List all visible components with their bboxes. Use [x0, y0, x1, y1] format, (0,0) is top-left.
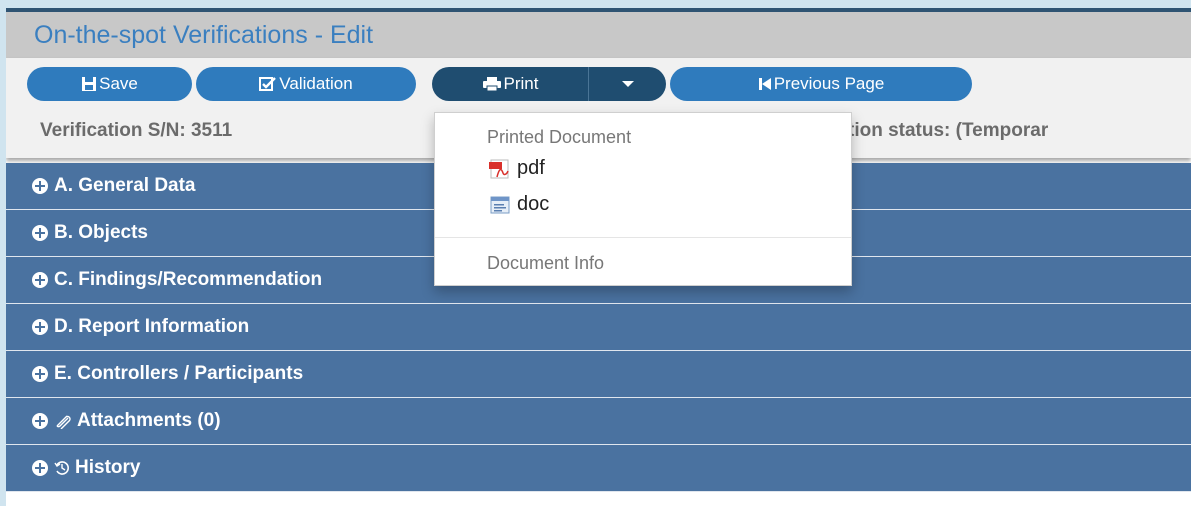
panel-label: E. Controllers / Participants — [54, 363, 304, 384]
plus-circle-icon — [32, 272, 48, 288]
panel-controllers-participants[interactable]: E. Controllers / Participants — [6, 351, 1191, 398]
plus-circle-icon — [32, 319, 48, 335]
validation-button[interactable]: Validation — [196, 67, 416, 101]
previous-page-button-label: Previous Page — [773, 74, 885, 93]
previous-page-button[interactable]: Previous Page — [670, 67, 972, 101]
check-square-icon — [259, 76, 277, 92]
print-button[interactable]: Print — [432, 67, 588, 101]
title-bar: On-the-spot Verifications - Edit — [6, 12, 1191, 58]
panel-label: A. General Data — [54, 175, 196, 196]
pdf-option-label: pdf — [517, 157, 545, 179]
print-pdf-option[interactable]: pdf — [489, 157, 545, 180]
save-button-label: Save — [99, 74, 138, 93]
print-dropdown-toggle[interactable] — [588, 67, 666, 101]
validation-button-label: Validation — [279, 74, 353, 93]
doc-file-icon — [489, 195, 511, 215]
app-frame: On-the-spot Verifications - Edit Save Va… — [6, 8, 1191, 506]
document-info-header[interactable]: Document Info — [487, 253, 604, 274]
verification-serial: Verification S/N: 3511 — [40, 120, 233, 141]
panel-history[interactable]: History — [6, 445, 1191, 492]
plus-circle-icon — [32, 225, 48, 241]
paperclip-icon — [54, 413, 72, 429]
printer-icon — [482, 76, 502, 92]
print-dropdown-menu: Printed Document pdf doc Document Info — [434, 112, 852, 286]
panel-report-information[interactable]: D. Report Information — [6, 304, 1191, 351]
plus-circle-icon — [32, 178, 48, 194]
doc-option-label: doc — [517, 193, 550, 215]
panel-label: D. Report Information — [54, 316, 250, 337]
panel-label: Attachments (0) — [77, 410, 221, 431]
page-title: On-the-spot Verifications - Edit — [34, 21, 374, 49]
panel-label: History — [75, 457, 141, 478]
print-doc-option[interactable]: doc — [489, 193, 549, 216]
plus-circle-icon — [32, 413, 48, 429]
panel-label: B. Objects — [54, 222, 148, 243]
save-button[interactable]: Save — [27, 67, 192, 101]
plus-circle-icon — [32, 460, 48, 476]
floppy-disk-icon — [81, 76, 97, 92]
caret-down-icon — [621, 81, 634, 87]
pdf-file-icon — [489, 159, 511, 179]
panel-attachments[interactable]: Attachments (0) — [6, 398, 1191, 445]
printed-document-header: Printed Document — [487, 127, 632, 147]
verification-status: tion status: (Temporar — [848, 120, 1049, 141]
step-backward-icon — [758, 77, 772, 91]
print-button-label: Print — [503, 74, 539, 93]
plus-circle-icon — [32, 366, 48, 382]
panel-label: C. Findings/Recommendation — [54, 269, 323, 290]
history-icon — [54, 460, 70, 476]
dropdown-divider — [435, 237, 851, 238]
